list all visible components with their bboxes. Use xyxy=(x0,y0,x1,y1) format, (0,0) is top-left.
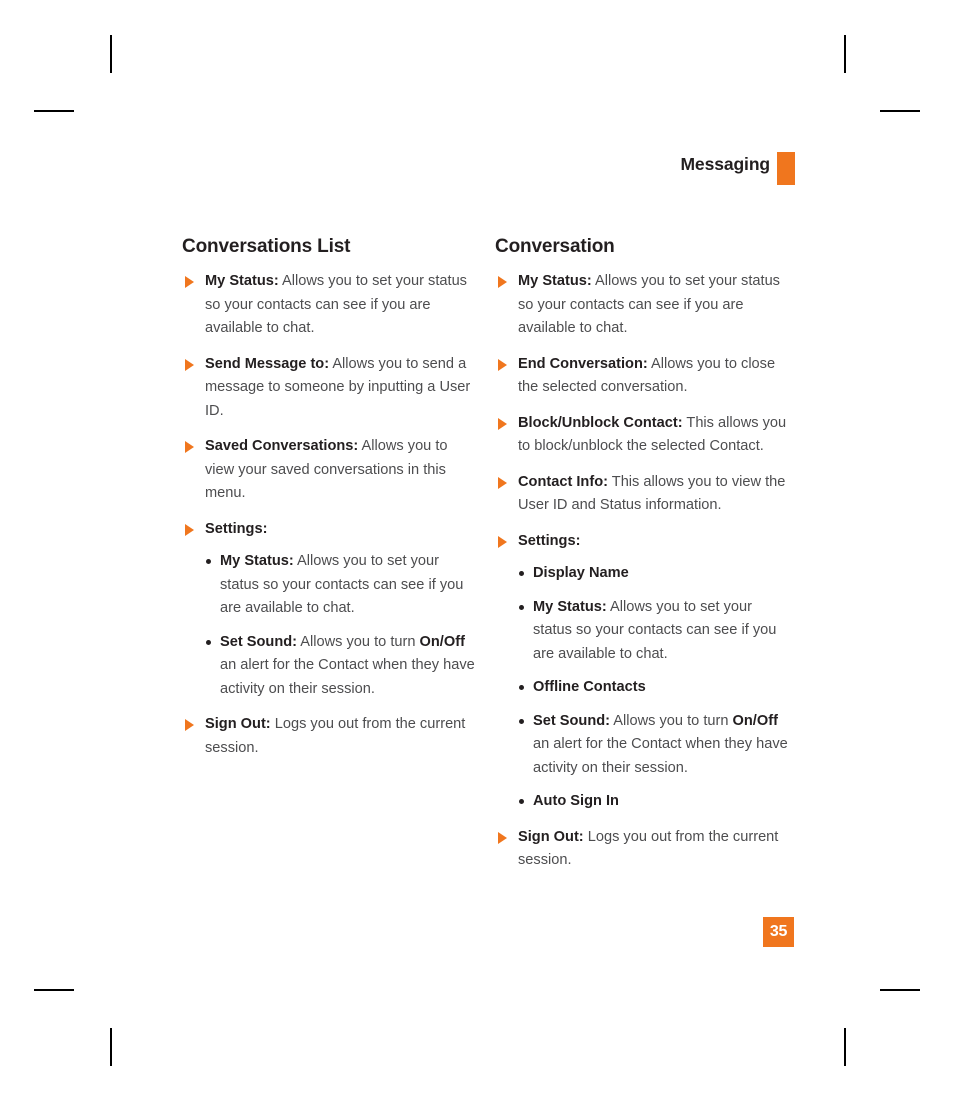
arrow-right-icon xyxy=(498,535,507,548)
bullet-dot-icon xyxy=(206,639,211,645)
menu-subitem: Set Sound: Allows you to turn On/Off an … xyxy=(518,710,790,781)
menu-subitem: My Status: Allows you to set your status… xyxy=(205,550,477,621)
subitem-term: Set Sound: xyxy=(533,712,611,729)
menu-item: Saved Conversations: Allows you to view … xyxy=(182,435,477,506)
bullet-dot-icon xyxy=(206,559,211,564)
crop-mark-top-left-vertical xyxy=(110,35,112,73)
description-continued: an alert for the Contact when they have … xyxy=(220,657,475,697)
menu-item: End Conversation: Allows you to close th… xyxy=(495,353,790,400)
crop-mark-bottom-left-horizontal xyxy=(34,989,74,991)
bullet-dot-icon xyxy=(519,571,524,576)
arrow-right-icon xyxy=(498,276,507,288)
arrow-right-icon xyxy=(498,476,507,489)
crop-mark-bottom-right-horizontal xyxy=(880,989,920,991)
subitem-term: Set Sound: xyxy=(220,633,298,650)
bullet-dot-icon xyxy=(519,799,524,804)
section-title-conversations-list: Conversations List xyxy=(182,236,351,257)
menu-item: Settings: Display Name My Status: Allows y… xyxy=(495,530,790,814)
crop-mark-bottom-left-vertical xyxy=(110,1028,112,1066)
menu-subitem: Display Name xyxy=(518,562,790,586)
subitem-term: Offline Contacts xyxy=(533,679,646,695)
arrow-right-icon xyxy=(185,523,194,536)
menu-item: Sign Out: Logs you out from the current … xyxy=(495,826,790,873)
menu-item: Block/Unblock Contact: This allows you t… xyxy=(495,412,790,459)
item-term: Settings: xyxy=(205,520,268,537)
arrow-right-icon xyxy=(185,441,194,453)
page-number-badge: 35 xyxy=(763,917,794,947)
bullet-dot-icon xyxy=(519,718,524,724)
subitem-term: Display Name xyxy=(533,565,629,581)
item-term: Block/Unblock Contact: xyxy=(518,414,683,431)
menu-item: Contact Info: This allows you to view th… xyxy=(495,471,790,518)
emphasized-value: On/Off xyxy=(732,712,778,729)
arrow-right-icon xyxy=(498,417,507,430)
arrow-right-icon xyxy=(498,358,507,371)
menu-subitem: Offline Contacts xyxy=(518,676,790,700)
submenu-list: Display Name My Status: Allows you to set… xyxy=(518,562,790,814)
bullet-dot-icon xyxy=(519,685,524,690)
subitem-term: My Status: xyxy=(533,598,607,615)
menu-item: My Status: Allows you to set your status… xyxy=(495,270,790,341)
manual-page: Messaging Conversations List My Status: … xyxy=(0,0,954,1101)
arrow-right-icon xyxy=(185,719,194,731)
header-chapter-title: Messaging xyxy=(680,154,770,174)
column-left: Conversations List My Status: Allows you… xyxy=(182,236,477,760)
item-term: Saved Conversations: xyxy=(205,438,359,454)
subitem-term: Auto Sign In xyxy=(533,793,619,809)
crop-mark-bottom-right-vertical xyxy=(844,1028,846,1066)
section-title-conversation: Conversation xyxy=(495,236,615,257)
subitem-term: My Status: xyxy=(220,553,294,569)
bullet-dot-icon xyxy=(519,604,524,610)
item-term: My Status: xyxy=(518,273,592,289)
item-term: Send Message to: xyxy=(205,355,330,372)
crop-mark-top-left-horizontal xyxy=(34,110,74,112)
emphasized-value: On/Off xyxy=(419,633,465,650)
item-term: My Status: xyxy=(205,273,279,289)
menu-list-conversations-list: My Status: Allows you to set your status… xyxy=(182,270,477,760)
menu-subitem: Set Sound: Allows you to turn On/Off an … xyxy=(205,631,477,702)
menu-item: My Status: Allows you to set your status… xyxy=(182,270,477,341)
menu-item: Send Message to: Allows you to send a me… xyxy=(182,353,477,424)
subitem-description: Allows you to turn xyxy=(297,633,420,650)
submenu-list: My Status: Allows you to set your status… xyxy=(205,550,477,701)
crop-mark-top-right-horizontal xyxy=(880,110,920,112)
arrow-right-icon xyxy=(185,358,194,371)
menu-item: Settings: My Status: Allows you to set yo… xyxy=(182,518,477,702)
item-term: Sign Out: xyxy=(205,716,271,732)
item-term: Sign Out: xyxy=(518,828,584,845)
menu-list-conversation: My Status: Allows you to set your status… xyxy=(495,270,790,873)
description-continued: an alert for the Contact when they have … xyxy=(533,736,788,776)
item-term: End Conversation: xyxy=(518,355,648,372)
arrow-right-icon xyxy=(498,831,507,844)
header-accent-tab xyxy=(777,152,795,185)
running-header: Messaging xyxy=(0,152,954,186)
arrow-right-icon xyxy=(185,276,194,288)
item-term: Contact Info: xyxy=(518,473,608,490)
item-term: Settings: xyxy=(518,532,581,549)
subitem-description: Allows you to turn xyxy=(610,712,733,729)
menu-subitem: Auto Sign In xyxy=(518,790,790,814)
crop-mark-top-right-vertical xyxy=(844,35,846,73)
menu-item: Sign Out: Logs you out from the current … xyxy=(182,713,477,760)
menu-subitem: My Status: Allows you to set your status… xyxy=(518,596,790,667)
column-right: Conversation My Status: Allows you to se… xyxy=(495,236,790,873)
